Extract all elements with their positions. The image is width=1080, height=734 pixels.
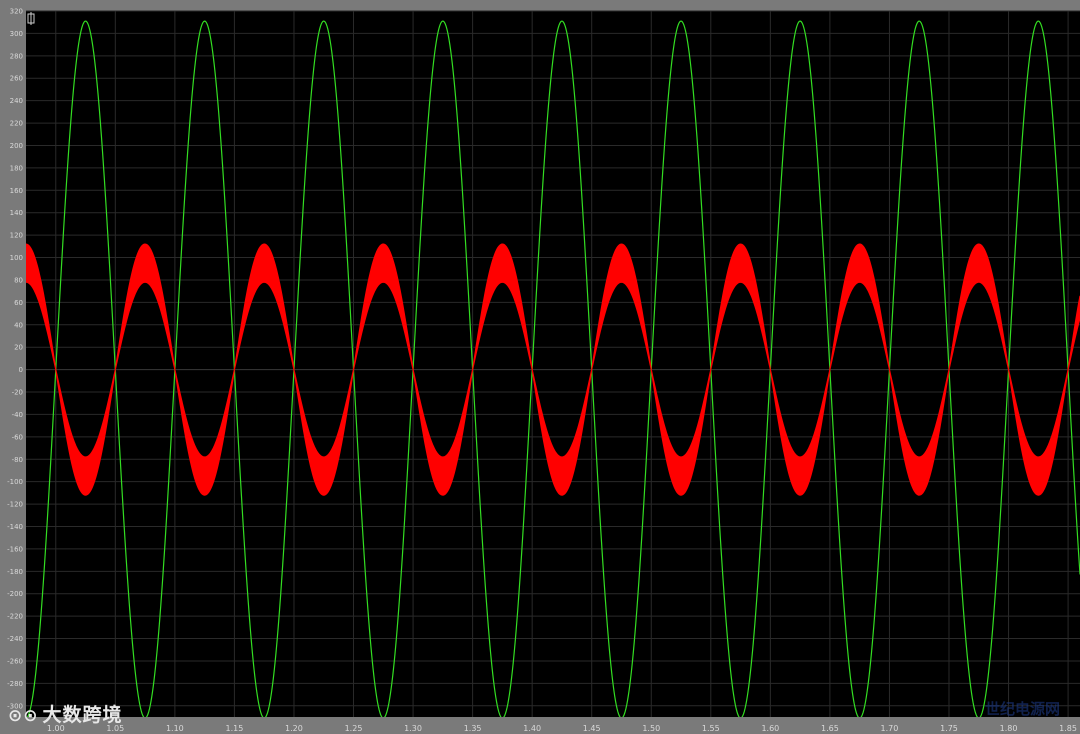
ibo-logo-icon: ⊙⊙: [8, 706, 39, 726]
corner-watermark: 世纪电源网: [985, 698, 1060, 719]
y-tick-label: -140: [7, 523, 23, 531]
watermark-text: 大数跨境: [42, 704, 123, 726]
y-tick-label: 280: [10, 52, 23, 60]
x-tick-label: 1.10: [166, 724, 184, 733]
y-tick-label: 300: [10, 30, 23, 38]
y-tick-label: 240: [10, 97, 23, 105]
x-tick-label: 1.35: [464, 724, 482, 733]
y-tick-label: -100: [7, 478, 23, 486]
x-tick-label: 1.30: [404, 724, 422, 733]
x-tick-label: 1.40: [523, 724, 541, 733]
y-tick-label: -40: [12, 411, 23, 419]
corner-watermark-text: 世纪电源网: [985, 700, 1061, 718]
x-tick-label: 1.45: [583, 724, 601, 733]
x-tick-label: 1.20: [285, 724, 303, 733]
y-tick-label: -160: [7, 545, 23, 553]
y-tick-label: 180: [10, 164, 23, 172]
x-tick-label: 1.60: [761, 724, 779, 733]
y-tick-label: 140: [10, 209, 23, 217]
x-tick-label: 1.75: [940, 724, 958, 733]
plot-background: [26, 11, 1080, 717]
y-tick-label: -180: [7, 568, 23, 576]
y-tick-label: 20: [14, 344, 23, 352]
y-tick-label: 60: [14, 299, 23, 307]
y-tick-label: 0: [19, 366, 23, 374]
y-tick-label: -120: [7, 501, 23, 509]
x-tick-label: 1.50: [642, 724, 660, 733]
watermark: ⊙⊙ 大数跨境: [8, 700, 123, 727]
x-tick-label: 1.55: [702, 724, 720, 733]
x-tick-label: 1.25: [345, 724, 363, 733]
y-tick-label: 220: [10, 120, 23, 128]
y-tick-label: -20: [12, 389, 23, 397]
y-tick-label: 40: [14, 321, 23, 329]
y-tick-label: -220: [7, 613, 23, 621]
y-tick-label: 320: [10, 8, 23, 16]
x-tick-label: 1.80: [1000, 724, 1018, 733]
y-tick-label: 260: [10, 75, 23, 83]
y-tick-label: -60: [12, 433, 23, 441]
x-tick-label: 1.85: [1059, 724, 1077, 733]
y-tick-label: 160: [10, 187, 23, 195]
y-tick-label: 120: [10, 232, 23, 240]
x-axis-ticks: 1.00 1.05 1.10 1.15 1.20 1.25 1.30 1.35 1.40 1.45…: [47, 724, 1077, 733]
y-tick-label: -280: [7, 680, 23, 688]
y-tick-label: -200: [7, 590, 23, 598]
oscilloscope-chart: 3203002802602402202001801601401201008060…: [7, 8, 1080, 733]
y-tick-label: 100: [10, 254, 23, 262]
y-tick-label: -240: [7, 635, 23, 643]
y-tick-label: 200: [10, 142, 23, 150]
y-tick-label: -80: [12, 456, 23, 464]
y-axis-ticks: 3203002802602402202001801601401201008060…: [7, 8, 23, 711]
x-tick-label: 1.65: [821, 724, 839, 733]
x-tick-label: 1.15: [226, 724, 244, 733]
y-tick-label: -260: [7, 657, 23, 665]
x-tick-label: 1.70: [881, 724, 899, 733]
y-tick-label: 80: [14, 276, 23, 284]
